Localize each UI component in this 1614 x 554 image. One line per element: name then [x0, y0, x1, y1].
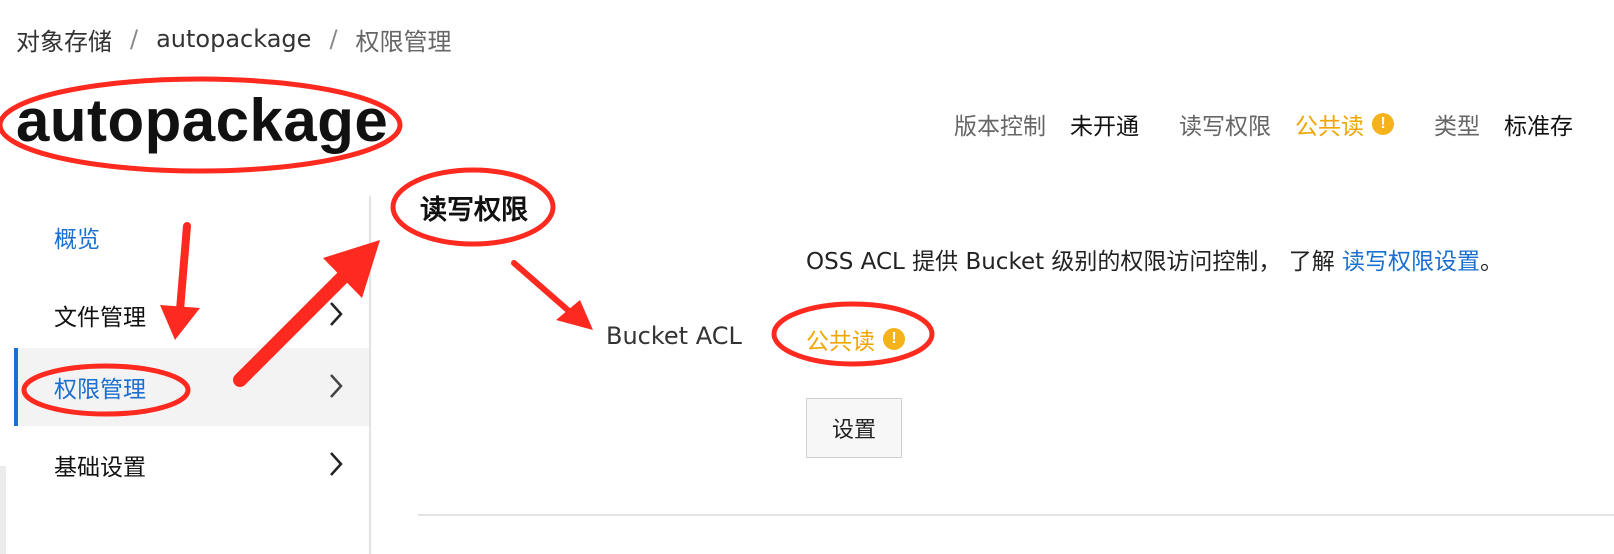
warning-icon[interactable]: !: [883, 328, 905, 350]
acl-description-end: 。: [1480, 249, 1504, 275]
annotation-arrowhead: [556, 300, 593, 330]
breadcrumb-separator: /: [329, 25, 338, 53]
acl-description-text: OSS ACL 提供 Bucket 级别的权限访问控制， 了解: [806, 249, 1343, 275]
sidebar-item-basic-settings[interactable]: 基础设置: [14, 426, 370, 504]
sidebar-item-label: 文件管理: [54, 305, 146, 331]
set-acl-button[interactable]: 设置: [806, 398, 902, 458]
sidebar-item-overview[interactable]: 概览: [14, 198, 370, 276]
annotation-arrow-right: [511, 260, 573, 315]
acl-description: OSS ACL 提供 Bucket 级别的权限访问控制， 了解 读写权限设置。: [806, 242, 1503, 276]
breadcrumb-separator: /: [130, 25, 139, 53]
section-divider: [418, 514, 1614, 516]
acl-value: 公共读 !: [1295, 107, 1394, 141]
bucket-title: autopackage: [16, 87, 389, 154]
breadcrumb-root[interactable]: 对象存储: [16, 22, 112, 57]
versioning-label: 版本控制: [954, 114, 1046, 140]
bucket-meta: 版本控制 未开通 读写权限 公共读 ! 类型 标准存: [954, 104, 1613, 144]
sidebar-item-permissions[interactable]: 权限管理: [14, 348, 370, 426]
versioning-value: 未开通: [1070, 114, 1139, 140]
page: 对象存储 / autopackage / 权限管理 autopackage 版本…: [0, 0, 1614, 554]
sidebar-collapse-handle[interactable]: [0, 466, 6, 554]
sidebar-item-files[interactable]: 文件管理: [14, 276, 370, 354]
sidebar-item-label: 基础设置: [54, 455, 146, 481]
warning-icon[interactable]: !: [1372, 113, 1394, 135]
breadcrumb-current: 权限管理: [355, 27, 452, 56]
section-title: 读写权限: [420, 195, 528, 226]
breadcrumb: 对象存储 / autopackage / 权限管理: [16, 22, 452, 56]
type-label: 类型: [1434, 114, 1480, 140]
breadcrumb-bucket[interactable]: autopackage: [156, 25, 311, 53]
acl-settings-doc-link[interactable]: 读写权限设置: [1342, 249, 1480, 275]
sidebar-divider: [369, 196, 371, 554]
sidebar-item-label: 权限管理: [54, 377, 146, 403]
bucket-acl-value-text: 公共读: [806, 329, 875, 355]
sidebar: 概览 文件管理 权限管理 基础设置: [14, 196, 370, 554]
chevron-right-icon: [330, 302, 343, 326]
acl-value-text: 公共读: [1295, 114, 1364, 140]
sidebar-item-label: 概览: [54, 227, 100, 253]
type-value: 标准存: [1504, 114, 1573, 140]
chevron-right-icon: [330, 374, 343, 398]
bucket-acl-label: Bucket ACL: [606, 322, 742, 350]
acl-label: 读写权限: [1179, 114, 1271, 140]
chevron-right-icon: [330, 452, 343, 476]
bucket-acl-value: 公共读 !: [806, 322, 905, 356]
